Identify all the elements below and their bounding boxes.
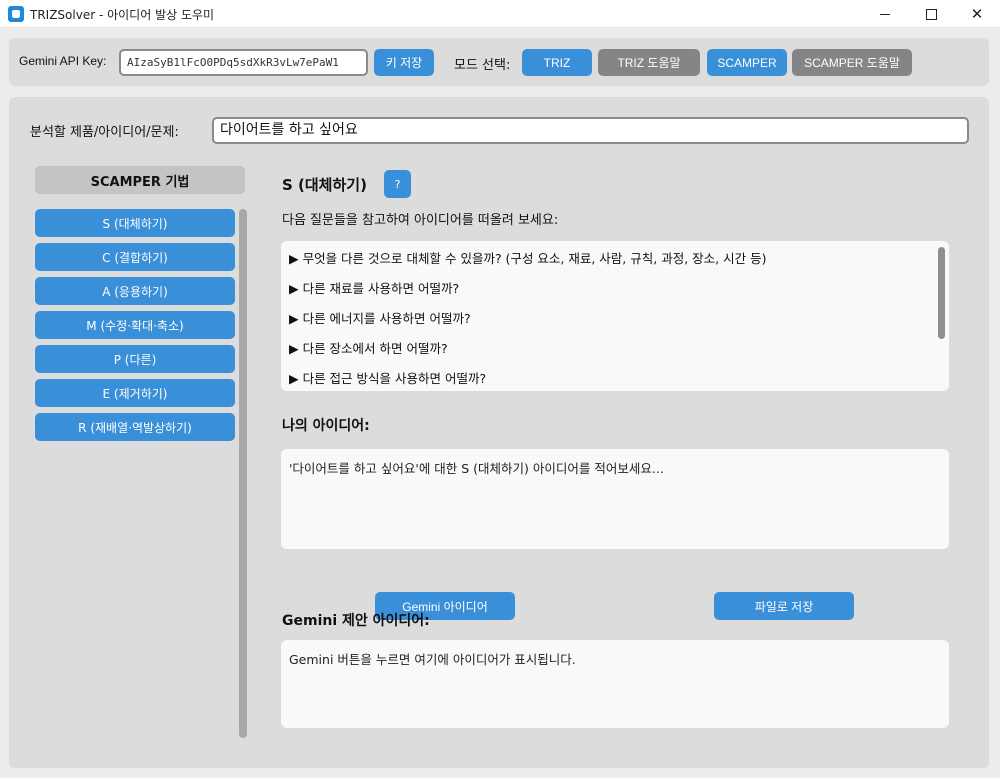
instruction-text: 다음 질문들을 참고하여 아이디어를 떠올려 보세요: — [282, 213, 559, 228]
content-panel: 분석할 제품/아이디어/문제: 다이어트를 하고 싶어요 SCAMPER 기법 … — [9, 97, 989, 768]
api-key-label: Gemini API Key: — [19, 54, 107, 68]
questions-box: ▶ 무엇을 다른 것으로 대체할 수 있을까? (구성 요소, 재료, 사람, … — [281, 241, 949, 391]
api-toolbar: Gemini API Key: AIzaSyB1lFcO0PDq5sdXkR3v… — [9, 38, 989, 86]
scamper-item-e[interactable]: E (제거하기) — [35, 379, 235, 407]
mode-label: 모드 선택: — [454, 58, 511, 73]
my-idea-textarea[interactable]: '다이어트를 하고 싶어요'에 대한 S (대체하기) 아이디어를 적어보세요.… — [281, 449, 949, 549]
question-item: ▶ 다른 장소에서 하면 어떨까? — [289, 341, 448, 356]
scamper-item-m[interactable]: M (수정·확대·축소) — [35, 311, 235, 339]
technique-title: S (대체하기) — [282, 176, 367, 194]
scamper-item-r[interactable]: R (재배열·역발상하기) — [35, 413, 235, 441]
my-idea-label: 나의 아이디어: — [282, 418, 370, 434]
mode-scamper-help-button[interactable]: SCAMPER 도움말 — [792, 49, 912, 76]
scamper-item-s[interactable]: S (대체하기) — [35, 209, 235, 237]
gemini-suggestion-label: Gemini 제안 아이디어: — [282, 613, 430, 629]
scamper-item-a[interactable]: A (응용하기) — [35, 277, 235, 305]
question-item: ▶ 다른 재료를 사용하면 어떨까? — [289, 281, 460, 296]
technique-help-button[interactable]: ? — [384, 170, 411, 198]
save-key-button[interactable]: 키 저장 — [374, 49, 434, 76]
problem-label: 분석할 제품/아이디어/문제: — [30, 125, 179, 140]
sidebar-scrollbar[interactable] — [239, 209, 247, 738]
minimize-button[interactable] — [862, 0, 908, 28]
scamper-header: SCAMPER 기법 — [35, 166, 245, 194]
save-file-button[interactable]: 파일로 저장 — [714, 592, 854, 620]
problem-input[interactable]: 다이어트를 하고 싶어요 — [212, 117, 969, 144]
maximize-button[interactable] — [908, 0, 954, 28]
scamper-item-p[interactable]: P (다른) — [35, 345, 235, 373]
questions-scrollbar[interactable] — [938, 247, 945, 339]
scamper-item-c[interactable]: C (결합하기) — [35, 243, 235, 271]
question-item: ▶ 다른 접근 방식을 사용하면 어떨까? — [289, 371, 487, 386]
title-bar: TRIZSolver - 아이디어 발상 도우미 ✕ — [0, 0, 1000, 28]
gemini-suggestion-box: Gemini 버튼을 누르면 여기에 아이디어가 표시됩니다. — [281, 640, 949, 728]
mode-scamper-button[interactable]: SCAMPER — [707, 49, 787, 76]
mode-triz-button[interactable]: TRIZ — [522, 49, 592, 76]
app-body: Gemini API Key: AIzaSyB1lFcO0PDq5sdXkR3v… — [0, 28, 1000, 778]
close-button[interactable]: ✕ — [954, 0, 1000, 28]
question-item: ▶ 다른 에너지를 사용하면 어떨까? — [289, 311, 471, 326]
mode-triz-help-button[interactable]: TRIZ 도움말 — [598, 49, 700, 76]
api-key-input[interactable]: AIzaSyB1lFcO0PDq5sdXkR3vLw7ePaW1 — [119, 49, 368, 76]
app-icon — [8, 6, 24, 22]
window-title: TRIZSolver - 아이디어 발상 도우미 — [30, 8, 215, 22]
question-item: ▶ 무엇을 다른 것으로 대체할 수 있을까? (구성 요소, 재료, 사람, … — [289, 251, 767, 266]
